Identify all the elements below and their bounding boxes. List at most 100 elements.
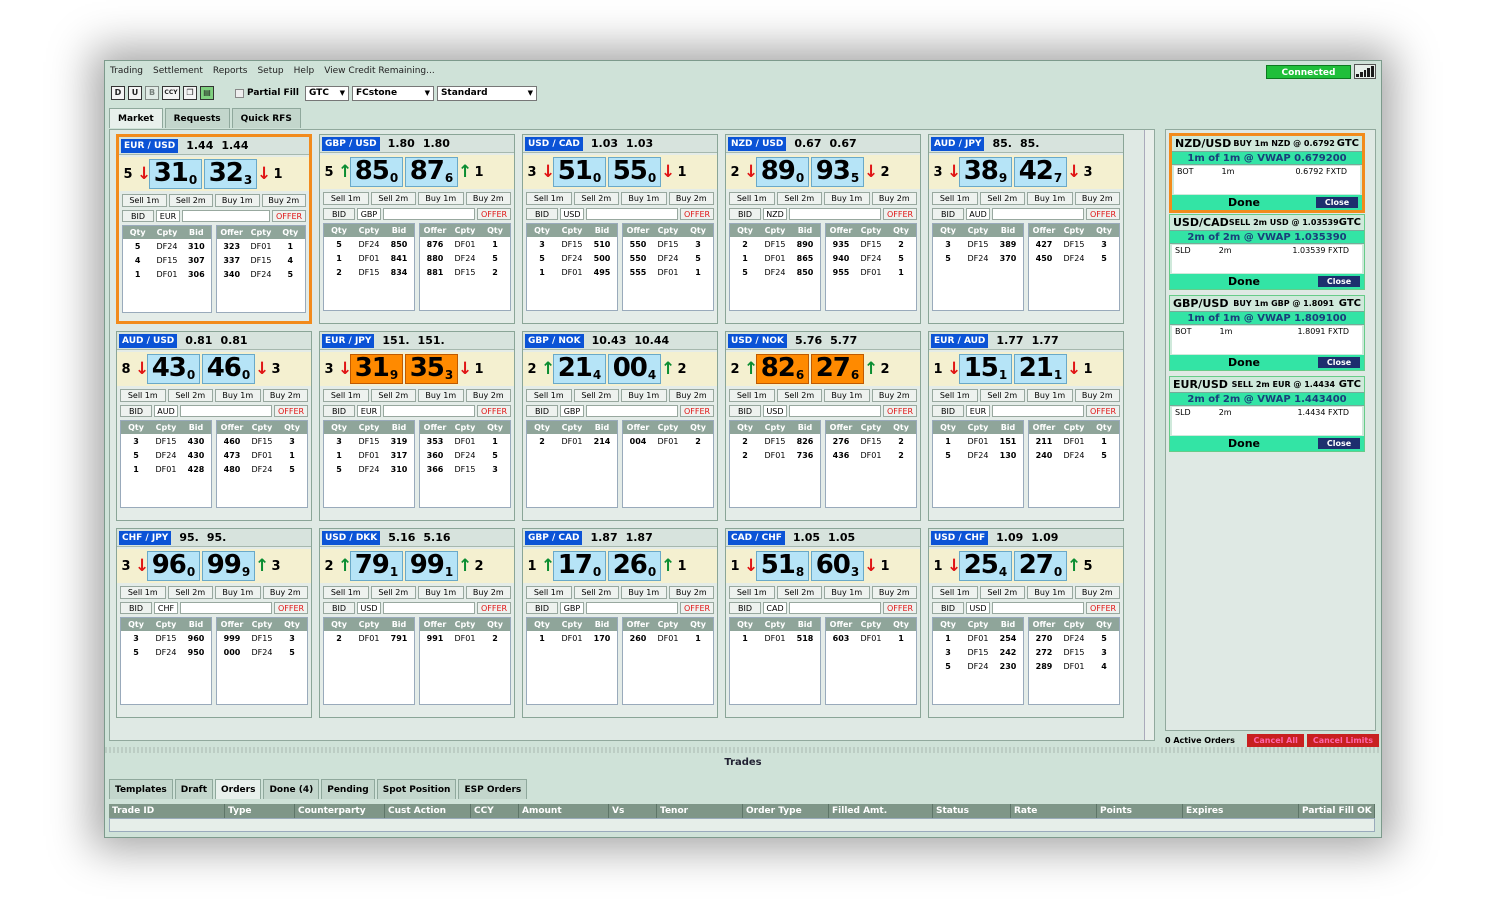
depth-row[interactable]: 1 DF01 306: [123, 267, 211, 281]
depth-row[interactable]: 353 DF01 1: [420, 434, 510, 448]
depth-row[interactable]: 1 DF01 151: [933, 434, 1023, 448]
bid-label-button[interactable]: BID: [729, 208, 761, 220]
depth-row[interactable]: 3 DF15 319: [324, 434, 414, 448]
bid-price-button[interactable]: 51 8: [756, 551, 809, 581]
buy-1m-button[interactable]: Buy 1m: [824, 192, 870, 205]
dealt-currency[interactable]: NZD: [763, 208, 787, 220]
depth-row[interactable]: 2 DF01 214: [527, 434, 617, 448]
offer-label-button[interactable]: OFFER: [883, 405, 917, 417]
depth-row[interactable]: 991 DF01 2: [420, 631, 510, 645]
depth-row[interactable]: 5 DF24 130: [933, 448, 1023, 462]
dealt-currency[interactable]: CAD: [763, 602, 787, 614]
depth-row[interactable]: 1 DF01 170: [527, 631, 617, 645]
depth-row[interactable]: 2 DF15 890: [730, 237, 820, 251]
amount-input[interactable]: [586, 208, 678, 220]
bid-price-button[interactable]: 51 0: [553, 157, 606, 187]
sell-2m-button[interactable]: Sell 2m: [776, 192, 822, 205]
offer-label-button[interactable]: OFFER: [680, 405, 714, 417]
tab-pending[interactable]: Pending: [321, 779, 375, 799]
offer-price-button[interactable]: 99 1: [405, 551, 458, 581]
tab-orders[interactable]: Orders: [215, 779, 262, 799]
depth-row[interactable]: 1 DF01 317: [324, 448, 414, 462]
depth-row[interactable]: 5 DF24 850: [730, 265, 820, 279]
buy-1m-button[interactable]: Buy 1m: [418, 586, 464, 599]
dealt-currency[interactable]: USD: [560, 208, 584, 220]
counterparty-select[interactable]: FCstone ▼: [351, 85, 434, 101]
column-header-points[interactable]: Points: [1097, 804, 1183, 818]
close-order-button[interactable]: Close: [1318, 357, 1360, 368]
sell-1m-button[interactable]: Sell 1m: [120, 586, 166, 599]
u-icon[interactable]: U: [128, 86, 142, 100]
bid-price-button[interactable]: 85 0: [350, 157, 403, 187]
offer-price-button[interactable]: 60 3: [811, 551, 864, 581]
currency-pair[interactable]: USD / CHF: [931, 530, 989, 545]
dealt-currency[interactable]: USD: [357, 602, 381, 614]
d-icon[interactable]: D: [111, 86, 125, 100]
menu-item-settlement[interactable]: Settlement: [153, 66, 203, 76]
buy-1m-button[interactable]: Buy 1m: [418, 192, 464, 205]
depth-row[interactable]: 211 DF01 1: [1029, 434, 1119, 448]
bid-label-button[interactable]: BID: [323, 208, 355, 220]
buy-2m-button[interactable]: Buy 2m: [871, 192, 917, 205]
buy-1m-button[interactable]: Buy 1m: [621, 192, 667, 205]
depth-row[interactable]: 3 DF15 430: [121, 434, 211, 448]
currency-pair[interactable]: NZD / USD: [728, 136, 787, 151]
currency-pair[interactable]: GBP / USD: [322, 136, 380, 151]
depth-row[interactable]: 5 DF24 370: [933, 251, 1023, 265]
tab-requests[interactable]: Requests: [164, 108, 230, 128]
column-header-amount[interactable]: Amount: [519, 804, 609, 818]
sell-2m-button[interactable]: Sell 2m: [167, 389, 213, 402]
depth-row[interactable]: 366 DF15 3: [420, 462, 510, 476]
offer-label-button[interactable]: OFFER: [272, 210, 306, 222]
dealt-currency[interactable]: AUD: [966, 208, 990, 220]
bid-label-button[interactable]: BID: [932, 405, 964, 417]
sell-2m-button[interactable]: Sell 2m: [168, 194, 213, 207]
offer-price-button[interactable]: 93 5: [811, 157, 864, 187]
depth-row[interactable]: 460 DF15 3: [217, 434, 307, 448]
menu-item-reports[interactable]: Reports: [213, 66, 248, 76]
bid-price-button[interactable]: 15 1: [959, 354, 1012, 384]
amount-input[interactable]: [182, 210, 270, 222]
buy-2m-button[interactable]: Buy 2m: [871, 586, 917, 599]
menu-item-view[interactable]: View Credit Remaining...: [324, 66, 435, 76]
bid-label-button[interactable]: BID: [526, 405, 558, 417]
menu-item-setup[interactable]: Setup: [257, 66, 283, 76]
depth-row[interactable]: 1 DF01 495: [527, 265, 617, 279]
offer-label-button[interactable]: OFFER: [1086, 208, 1120, 220]
sell-1m-button[interactable]: Sell 1m: [729, 389, 775, 402]
profile-select[interactable]: Standard ▼: [436, 85, 537, 101]
sell-2m-button[interactable]: Sell 2m: [573, 389, 619, 402]
column-header-vs[interactable]: Vs: [609, 804, 657, 818]
tab-draft[interactable]: Draft: [174, 779, 213, 799]
depth-row[interactable]: 555 DF01 1: [623, 265, 713, 279]
sell-2m-button[interactable]: Sell 2m: [370, 586, 416, 599]
sell-1m-button[interactable]: Sell 1m: [526, 389, 572, 402]
buy-2m-button[interactable]: Buy 2m: [871, 389, 917, 402]
b-icon[interactable]: B: [145, 86, 159, 100]
depth-row[interactable]: 3 DF15 960: [121, 631, 211, 645]
offer-price-button[interactable]: 87 6: [405, 157, 458, 187]
depth-row[interactable]: 1 DF01 254: [933, 631, 1023, 645]
offer-label-button[interactable]: OFFER: [274, 405, 308, 417]
bid-label-button[interactable]: BID: [323, 405, 355, 417]
buy-1m-button[interactable]: Buy 1m: [418, 389, 464, 402]
buy-1m-button[interactable]: Buy 1m: [1027, 192, 1073, 205]
amount-input[interactable]: [586, 405, 678, 417]
partial-fill-checkbox[interactable]: [235, 88, 244, 98]
sell-1m-button[interactable]: Sell 1m: [729, 586, 775, 599]
depth-row[interactable]: 323 DF01 1: [217, 239, 305, 253]
dealt-currency[interactable]: GBP: [560, 602, 584, 614]
depth-row[interactable]: 289 DF01 4: [1029, 659, 1119, 673]
column-header-expires[interactable]: Expires: [1183, 804, 1299, 818]
depth-row[interactable]: 360 DF24 5: [420, 448, 510, 462]
buy-1m-button[interactable]: Buy 1m: [215, 586, 261, 599]
currency-pair[interactable]: GBP / CAD: [525, 530, 583, 545]
sell-1m-button[interactable]: Sell 1m: [323, 192, 369, 205]
bid-label-button[interactable]: BID: [729, 405, 761, 417]
currency-pair[interactable]: CAD / CHF: [728, 530, 785, 545]
depth-row[interactable]: 450 DF24 5: [1029, 251, 1119, 265]
currency-pair[interactable]: EUR / AUD: [931, 333, 989, 348]
offer-price-button[interactable]: 99 9: [202, 551, 255, 581]
currency-pair[interactable]: GBP / NOK: [525, 333, 584, 348]
amount-input[interactable]: [383, 405, 475, 417]
